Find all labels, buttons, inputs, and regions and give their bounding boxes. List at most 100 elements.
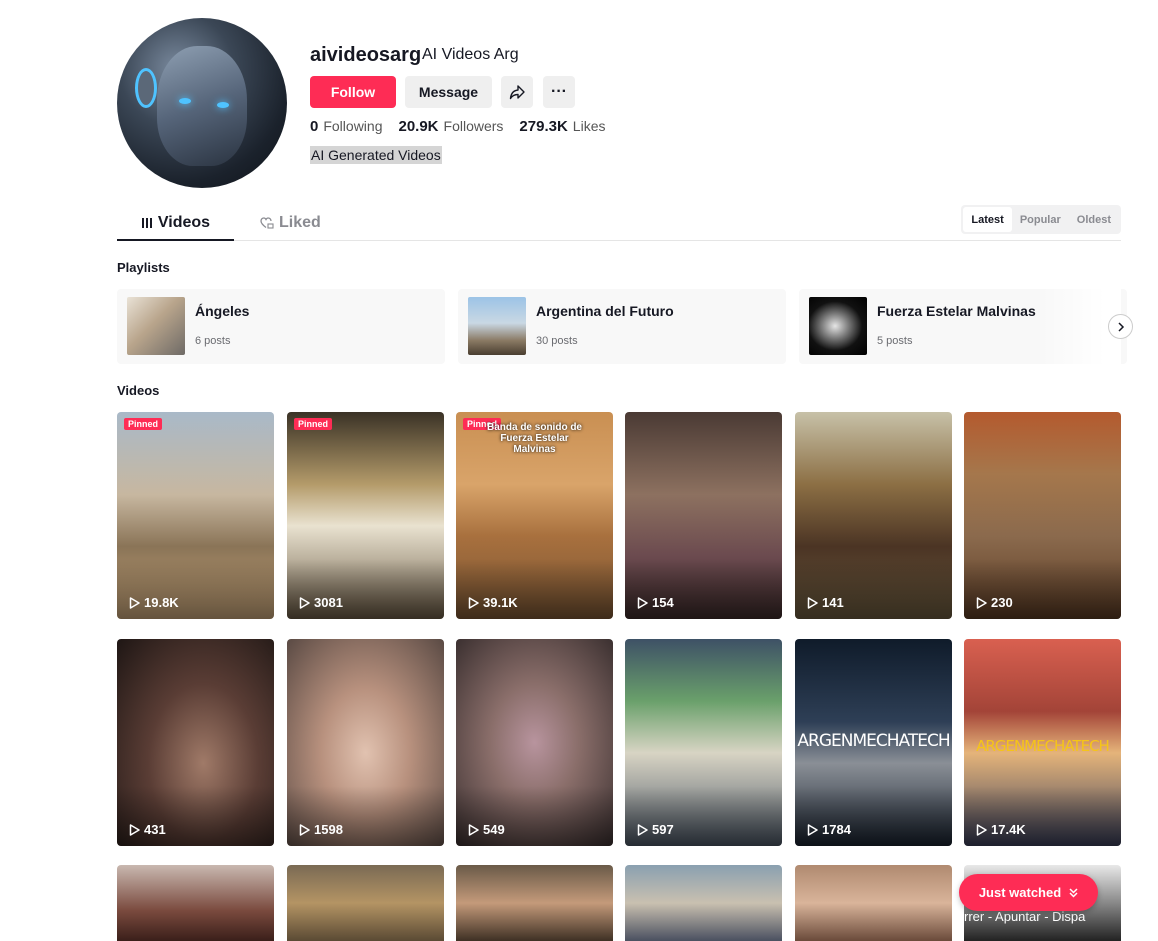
avatar-art <box>179 98 191 104</box>
video-card[interactable]: 230 <box>964 412 1121 619</box>
playlist-count: 5 posts <box>877 335 913 347</box>
view-count: 431 <box>129 822 166 837</box>
play-icon <box>637 823 648 836</box>
play-icon <box>976 596 987 609</box>
view-count: 230 <box>976 595 1013 610</box>
profile-stats: 0 Following 20.9K Followers 279.3K Likes <box>310 118 605 135</box>
video-card[interactable]: 431 <box>117 639 274 846</box>
video-shade <box>287 786 444 846</box>
video-card[interactable]: Pinned Banda de sonido de Fuerza Estelar … <box>456 412 613 619</box>
view-count-value: 597 <box>652 822 674 837</box>
profile-bio: AI Generated Videos <box>310 146 442 164</box>
following-stat[interactable]: 0 Following <box>310 118 382 135</box>
video-card[interactable]: 1598 <box>287 639 444 846</box>
profile-tabs: Videos Liked Latest Popular Oldest <box>117 205 1121 241</box>
tab-liked[interactable]: Liked <box>260 206 321 240</box>
video-overlay-text: ARGENMECHATECH <box>797 731 950 751</box>
view-count: 39.1K <box>468 595 518 610</box>
view-count-value: 1784 <box>822 822 851 837</box>
double-chevron-down-icon <box>1069 887 1078 898</box>
view-count: 597 <box>637 822 674 837</box>
video-card[interactable] <box>456 865 613 941</box>
view-count: 1784 <box>807 822 851 837</box>
tab-videos[interactable]: Videos <box>117 206 234 241</box>
view-count-value: 549 <box>483 822 505 837</box>
tab-liked-label: Liked <box>279 214 321 231</box>
view-count-value: 1598 <box>314 822 343 837</box>
video-card[interactable]: Pinned 19.8K <box>117 412 274 619</box>
video-card[interactable]: 154 <box>625 412 782 619</box>
play-icon <box>807 823 818 836</box>
following-count: 0 <box>310 118 319 135</box>
play-icon <box>299 596 310 609</box>
avatar-art <box>217 102 229 108</box>
video-shade <box>964 559 1121 619</box>
playlist-card[interactable]: Argentina del Futuro 30 posts <box>458 289 786 364</box>
play-icon <box>299 823 310 836</box>
video-overlay-text: Banda de sonido de Fuerza Estelar Malvin… <box>486 422 582 455</box>
view-count-value: 19.8K <box>144 595 179 610</box>
video-card[interactable]: ARGENMECHATECH 1784 <box>795 639 952 846</box>
likes-count: 279.3K <box>519 118 568 135</box>
likes-stat: 279.3K Likes <box>519 118 605 135</box>
avatar-art <box>157 46 247 166</box>
more-options-button[interactable]: ··· <box>543 76 575 108</box>
profile-username: aivideosarg <box>310 44 422 66</box>
profile-nickname: AI Videos Arg <box>422 46 519 63</box>
playlists-heading: Playlists <box>117 260 170 275</box>
video-card[interactable] <box>117 865 274 941</box>
playlist-name: Argentina del Futuro <box>536 303 674 319</box>
sort-oldest[interactable]: Oldest <box>1069 207 1119 232</box>
videos-heading: Videos <box>117 383 160 398</box>
message-button[interactable]: Message <box>405 76 492 108</box>
view-count-value: 154 <box>652 595 674 610</box>
just-watched-button[interactable]: Just watched <box>959 874 1098 911</box>
follow-button[interactable]: Follow <box>310 76 396 108</box>
view-count-value: 17.4K <box>991 822 1026 837</box>
tab-videos-label: Videos <box>157 213 211 231</box>
sort-popular[interactable]: Popular <box>1012 207 1069 232</box>
view-count: 549 <box>468 822 505 837</box>
sort-latest[interactable]: Latest <box>963 207 1012 232</box>
video-card[interactable] <box>795 865 952 941</box>
pinned-badge: Pinned <box>124 418 163 430</box>
followers-label: Followers <box>443 118 504 134</box>
video-overlay-text: ARGENMECHATECH <box>976 737 1110 755</box>
video-card[interactable]: 141 <box>795 412 952 619</box>
playlist-thumbnail <box>809 297 867 355</box>
video-shade <box>795 559 952 619</box>
video-card[interactable] <box>287 865 444 941</box>
view-count-value: 3081 <box>314 595 343 610</box>
view-count: 17.4K <box>976 822 1026 837</box>
grid-icon <box>141 217 152 228</box>
play-icon <box>129 823 140 836</box>
sort-toggle: Latest Popular Oldest <box>961 205 1121 234</box>
share-button[interactable] <box>501 76 533 108</box>
video-overlay-text: rrer - Apuntar - Dispa <box>964 909 1086 924</box>
play-icon <box>468 823 479 836</box>
video-card[interactable]: 549 <box>456 639 613 846</box>
view-count: 19.8K <box>129 595 179 610</box>
followers-stat[interactable]: 20.9K Followers <box>398 118 503 135</box>
play-icon <box>637 596 648 609</box>
view-count: 1598 <box>299 822 343 837</box>
share-icon <box>509 85 525 100</box>
view-count: 3081 <box>299 595 343 610</box>
video-shade <box>456 559 613 619</box>
play-icon <box>129 596 140 609</box>
profile-avatar[interactable] <box>117 18 287 188</box>
video-card[interactable]: 597 <box>625 639 782 846</box>
following-label: Following <box>323 118 383 134</box>
video-shade <box>964 786 1121 846</box>
playlist-next-button[interactable] <box>1108 314 1133 339</box>
view-count-value: 431 <box>144 822 166 837</box>
video-card[interactable]: Pinned 3081 <box>287 412 444 619</box>
video-card[interactable] <box>625 865 782 941</box>
followers-count: 20.9K <box>398 118 439 135</box>
playlist-name: Fuerza Estelar Malvinas <box>877 303 1036 319</box>
video-card[interactable]: ARGENMECHATECH 17.4K <box>964 639 1121 846</box>
playlist-card[interactable]: Ángeles 6 posts <box>117 289 445 364</box>
view-count-value: 230 <box>991 595 1013 610</box>
video-shade <box>117 786 274 846</box>
video-shade <box>795 786 952 846</box>
